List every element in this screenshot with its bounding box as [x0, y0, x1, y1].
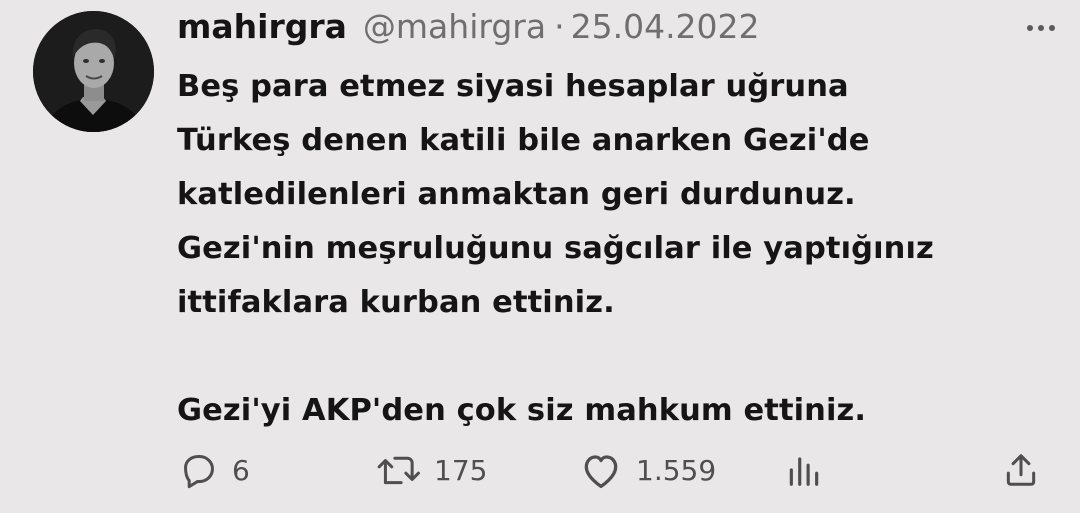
- tweet-header: mahirgra @mahirgra · 25.04.2022: [177, 4, 760, 50]
- more-options-icon[interactable]: [1020, 8, 1062, 48]
- dot: [1038, 25, 1044, 31]
- retweet-icon: [377, 456, 420, 485]
- retweet-count: 175: [434, 453, 488, 487]
- retweet-button[interactable]: 175: [376, 438, 487, 502]
- views-button[interactable]: [784, 438, 824, 502]
- tweet-line: katledilenleri anmaktan geri durdunuz.: [177, 177, 856, 212]
- tweet-line: Türkeş denen katili bile anarken Gezi'de: [177, 123, 870, 158]
- tweet-line: ittifaklara kurban ettiniz.: [177, 285, 615, 320]
- tweet-line: Beş para etmez siyasi hesaplar uğruna: [177, 69, 849, 104]
- action-bar: 6 175 1.559: [0, 438, 1080, 502]
- heart-icon: [584, 455, 618, 489]
- like-count: 1.559: [636, 453, 717, 487]
- analytics-icon: [789, 457, 819, 486]
- reply-count: 6: [232, 453, 250, 487]
- separator-dot: ·: [554, 7, 565, 46]
- share-icon: [1006, 454, 1036, 486]
- avatar[interactable]: [33, 11, 154, 132]
- reply-icon: [184, 455, 214, 489]
- profile-photo: [33, 11, 154, 132]
- author-handle[interactable]: @mahirgra: [363, 4, 546, 50]
- dot: [1027, 25, 1033, 31]
- reply-button[interactable]: 6: [180, 438, 250, 502]
- tweet-line: Gezi'nin meşruluğunu sağcılar ile yaptığ…: [177, 231, 934, 266]
- tweet-line: Gezi'yi AKP'den çok siz mahkum ettiniz.: [177, 393, 867, 428]
- like-button[interactable]: 1.559: [580, 438, 716, 502]
- dot: [1049, 25, 1055, 31]
- share-button[interactable]: [1002, 438, 1040, 502]
- author-name[interactable]: mahirgra: [177, 4, 347, 50]
- tweet-date[interactable]: 25.04.2022: [571, 4, 760, 50]
- tweet-text: Beş para etmez siyasi hesaplar uğruna Tü…: [177, 60, 1057, 438]
